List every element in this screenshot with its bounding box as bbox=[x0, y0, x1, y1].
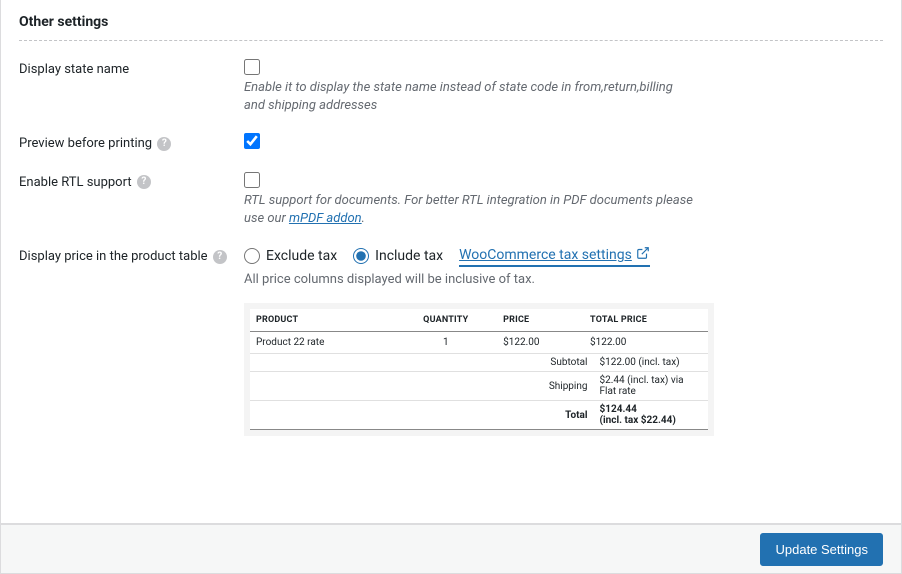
external-link-icon bbox=[636, 246, 650, 264]
desc-display-price-tax: All price columns displayed will be incl… bbox=[244, 271, 694, 289]
checkbox-preview-before-printing[interactable] bbox=[244, 133, 260, 149]
row-preview-before-printing: Preview before printing ? bbox=[19, 115, 883, 153]
radio-exclude-tax-label[interactable]: Exclude tax bbox=[244, 248, 337, 264]
update-settings-button[interactable]: Update Settings bbox=[760, 533, 883, 566]
preview-table: PRODUCT QUANTITY PRICE TOTAL PRICE Produ… bbox=[250, 309, 708, 354]
radio-include-tax[interactable] bbox=[353, 248, 369, 264]
col-price: PRICE bbox=[497, 309, 584, 332]
footer-bar: Update Settings bbox=[0, 524, 902, 574]
table-row: Product 22 rate 1 $122.00 $122.00 bbox=[250, 332, 708, 354]
radio-exclude-tax[interactable] bbox=[244, 248, 260, 264]
preview-totals: Subtotal $122.00 (incl. tax) Shipping $2… bbox=[250, 354, 708, 430]
col-product: PRODUCT bbox=[250, 309, 394, 332]
label-display-state-name: Display state name bbox=[19, 59, 244, 115]
desc-display-state-name: Enable it to display the state name inst… bbox=[244, 79, 694, 115]
checkbox-enable-rtl[interactable] bbox=[244, 172, 260, 188]
label-preview-before-printing: Preview before printing ? bbox=[19, 133, 244, 153]
row-enable-rtl: Enable RTL support ? RTL support for doc… bbox=[19, 154, 883, 228]
col-quantity: QUANTITY bbox=[394, 309, 497, 332]
link-woocommerce-tax-settings[interactable]: WooCommerce tax settings bbox=[459, 246, 650, 267]
section-title: Other settings bbox=[19, 0, 883, 41]
radio-include-tax-label[interactable]: Include tax bbox=[353, 248, 443, 264]
label-display-price-tax: Display price in the product table ? bbox=[19, 246, 244, 436]
row-display-price-tax: Display price in the product table ? Exc… bbox=[19, 228, 883, 436]
totals-row-shipping: Shipping $2.44 (incl. tax) via Flat rate bbox=[250, 372, 708, 401]
link-mpdf-addon[interactable]: mPDF addon bbox=[289, 211, 362, 226]
checkbox-display-state-name[interactable] bbox=[244, 59, 260, 75]
col-total-price: TOTAL PRICE bbox=[584, 309, 708, 332]
settings-panel: Other settings Display state name Enable… bbox=[0, 0, 902, 524]
help-icon[interactable]: ? bbox=[157, 137, 171, 151]
label-enable-rtl: Enable RTL support ? bbox=[19, 172, 244, 228]
desc-enable-rtl: RTL support for documents. For better RT… bbox=[244, 192, 694, 228]
price-preview-box: PRODUCT QUANTITY PRICE TOTAL PRICE Produ… bbox=[244, 303, 714, 436]
help-icon[interactable]: ? bbox=[213, 250, 227, 264]
totals-row-total: Total $124.44 (incl. tax $22.44) bbox=[250, 401, 708, 430]
help-icon[interactable]: ? bbox=[137, 175, 151, 189]
totals-row-subtotal: Subtotal $122.00 (incl. tax) bbox=[250, 354, 708, 372]
row-display-state-name: Display state name Enable it to display … bbox=[19, 41, 883, 115]
